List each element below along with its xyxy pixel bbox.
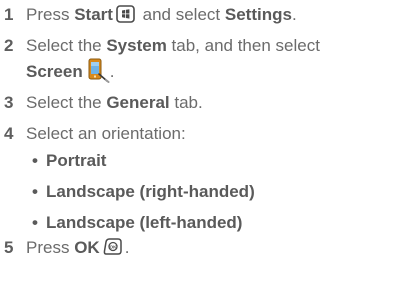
step-text: Select the System tab, and then select Sc…	[26, 36, 320, 83]
option-landscape-right: • Landscape (right-handed)	[32, 182, 255, 201]
start-label: Start	[74, 5, 113, 24]
svg-text:OK: OK	[109, 244, 117, 249]
step-number: 1	[4, 5, 14, 24]
step-3: 3 Select the General tab.	[4, 92, 404, 114]
ok-label: OK	[74, 238, 100, 257]
step-1: 1 Press Start and select Settings.	[4, 4, 404, 26]
step-2: 2 Select the System tab, and then select…	[4, 35, 404, 83]
bullet: •	[32, 151, 38, 170]
step-number: 3	[4, 93, 14, 112]
bullet: •	[32, 182, 38, 201]
step-4: 4 Select an orientation: • Portrait • Land…	[4, 123, 404, 234]
system-label: System	[106, 36, 167, 55]
option-portrait: • Portrait	[32, 151, 107, 170]
step-5: 5 Press OK OK.	[4, 237, 404, 259]
step-text: Press OK OK.	[26, 238, 130, 257]
step-text: Press Start and select Settings.	[26, 5, 297, 24]
step-number: 5	[4, 238, 14, 257]
orientation-options: • Portrait • Landscape (right-handed) • Lan…	[26, 150, 404, 234]
settings-label: Settings	[224, 5, 292, 24]
ok-button-icon: OK	[103, 238, 122, 256]
instruction-steps: 1 Press Start and select Settings. 2 Sel…	[4, 4, 404, 268]
screen-label: Screen	[26, 62, 83, 81]
bullet: •	[32, 213, 38, 232]
general-label: General	[106, 93, 170, 112]
step-number: 4	[4, 124, 14, 143]
step-text: Select an orientation:	[26, 124, 186, 143]
step-text: Select the General tab.	[26, 93, 203, 112]
start-button-icon	[116, 5, 135, 23]
screen-icon	[86, 57, 110, 83]
step-number: 2	[4, 36, 14, 55]
option-landscape-left: • Landscape (left-handed)	[32, 213, 243, 232]
